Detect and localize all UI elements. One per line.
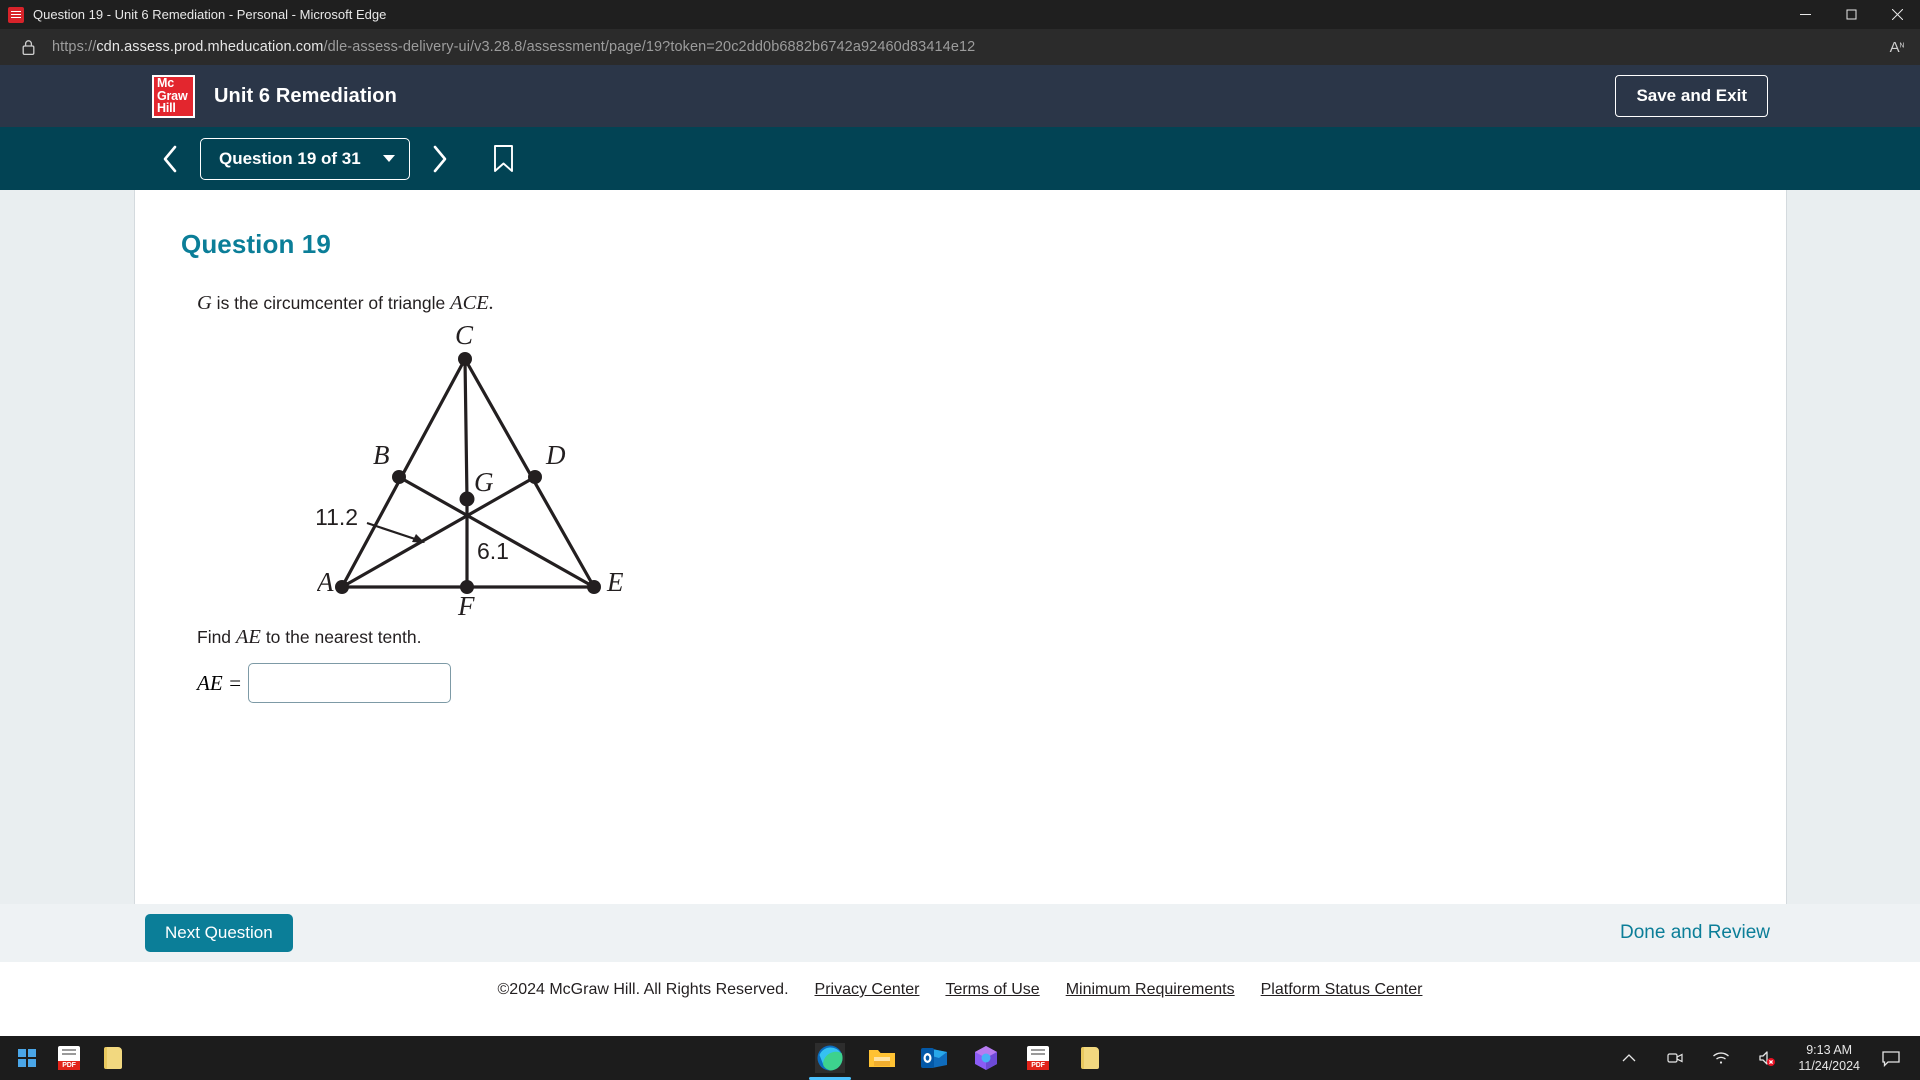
- assessment-app: Mc Graw Hill Unit 6 Remediation Save and…: [0, 65, 1920, 1080]
- prompt-triangle-ace: ACE: [450, 292, 489, 314]
- question-selector-dropdown[interactable]: Question 19 of 31: [200, 137, 410, 180]
- system-tray: 9:13 AM 11/24/2024: [1614, 1042, 1920, 1074]
- action-bar: Next Question Done and Review: [0, 904, 1920, 962]
- mcgraw-hill-logo: Mc Graw Hill: [152, 74, 195, 118]
- question-selector-label: Question 19 of 31: [219, 148, 361, 168]
- question-card: Question 19 G is the circumcenter of tri…: [134, 190, 1787, 904]
- url-domain: cdn.assess.prod.mheducation.com: [96, 39, 324, 55]
- figure-label-B: B: [373, 440, 390, 470]
- app-header: Mc Graw Hill Unit 6 Remediation Save and…: [0, 65, 1920, 127]
- next-question-button[interactable]: Next Question: [145, 914, 293, 952]
- clock-date: 11/24/2024: [1798, 1059, 1860, 1073]
- previous-question-button[interactable]: [148, 137, 192, 181]
- terms-of-use-link[interactable]: Terms of Use: [945, 981, 1039, 999]
- figure-label-D: D: [545, 440, 566, 470]
- question-navigation-bar: Question 19 of 31: [0, 127, 1920, 190]
- taskbar-left-group: PDF: [0, 1043, 128, 1073]
- notification-icon[interactable]: [1876, 1043, 1906, 1073]
- geometry-diagram: C B D G A F E 11.2 6.1: [315, 319, 1786, 624]
- content-area: Question 19 G is the circumcenter of tri…: [0, 190, 1920, 1018]
- maximize-restore-button[interactable]: [1828, 0, 1874, 29]
- windows-taskbar: PDF PDF 9:13 AM 11/24/2024: [0, 1036, 1920, 1080]
- logo-line-1: Mc: [157, 76, 174, 91]
- minimum-requirements-link[interactable]: Minimum Requirements: [1066, 981, 1235, 999]
- minimize-button[interactable]: [1782, 0, 1828, 29]
- platform-status-center-link[interactable]: Platform Status Center: [1261, 981, 1423, 999]
- copyright-text: ©2024 McGraw Hill. All Rights Reserved.: [497, 981, 789, 998]
- windows-start-icon[interactable]: [14, 1045, 40, 1071]
- answer-label: AE =: [197, 670, 243, 695]
- file-explorer-icon[interactable]: [867, 1043, 897, 1073]
- figure-measure-gf: 6.1: [477, 538, 509, 564]
- read-aloud-icon[interactable]: Aᴺ: [1890, 29, 1904, 65]
- close-button[interactable]: [1874, 0, 1920, 29]
- find-text-before: Find: [197, 627, 236, 647]
- next-question-arrow-button[interactable]: [418, 137, 462, 181]
- mcgraw-hill-favicon: [8, 6, 24, 23]
- legal-footer: ©2024 McGraw Hill. All Rights Reserved. …: [0, 962, 1920, 1018]
- volume-muted-icon[interactable]: [1752, 1043, 1782, 1073]
- figure-label-F: F: [457, 591, 475, 619]
- figure-label-A: A: [317, 567, 334, 597]
- done-and-review-button[interactable]: Done and Review: [1610, 916, 1780, 950]
- clock[interactable]: 9:13 AM 11/24/2024: [1798, 1042, 1860, 1074]
- prompt-period: .: [488, 292, 494, 314]
- page-title: Question 19: [181, 229, 331, 259]
- question-prompt: G is the circumcenter of triangle ACE.: [197, 292, 1786, 315]
- answer-input[interactable]: [248, 663, 452, 703]
- logo-line-3: Hill: [157, 101, 176, 116]
- outlook-icon[interactable]: [919, 1043, 949, 1073]
- figure-label-C: C: [455, 320, 474, 350]
- wifi-icon[interactable]: [1706, 1043, 1736, 1073]
- clock-time: 9:13 AM: [1806, 1043, 1853, 1057]
- find-text-after: to the nearest tenth.: [260, 627, 422, 647]
- url-path: /dle-assess-delivery-ui/v3.28.8/assessme…: [323, 39, 976, 55]
- figure-label-G: G: [474, 467, 494, 497]
- browser-title-bar: Question 19 - Unit 6 Remediation - Perso…: [0, 0, 1920, 29]
- window-controls: [1782, 0, 1920, 29]
- folder-icon[interactable]: [98, 1043, 128, 1073]
- save-and-exit-button[interactable]: Save and Exit: [1615, 75, 1768, 117]
- bookmark-icon[interactable]: [482, 137, 526, 181]
- figure-label-E: E: [606, 567, 624, 597]
- window-title: Question 19 - Unit 6 Remediation - Perso…: [33, 7, 387, 22]
- find-var-ae: AE: [235, 626, 261, 648]
- prompt-var-g: G: [197, 292, 212, 314]
- url-text: https://cdn.assess.prod.mheducation.com/…: [52, 39, 975, 55]
- chevron-down-icon: [382, 155, 395, 162]
- find-instruction: Find AE to the nearest tenth.: [197, 626, 1786, 649]
- answer-row: AE =: [197, 663, 1786, 703]
- pdf-icon-taskbar[interactable]: PDF: [1023, 1043, 1053, 1073]
- chevron-up-icon[interactable]: [1614, 1043, 1644, 1073]
- pdf-icon[interactable]: PDF: [54, 1043, 84, 1073]
- folder-icon-taskbar[interactable]: [1075, 1043, 1105, 1073]
- taskbar-app-group: PDF: [809, 1036, 1105, 1080]
- prompt-middle-text: is the circumcenter of triangle: [211, 293, 451, 313]
- url-protocol: https://: [52, 39, 97, 55]
- lock-icon: [14, 33, 42, 61]
- edge-icon[interactable]: [809, 1043, 851, 1080]
- figure-measure-ag: 11.2: [317, 504, 358, 530]
- browser-address-bar[interactable]: https://cdn.assess.prod.mheducation.com/…: [0, 29, 1920, 65]
- assessment-title: Unit 6 Remediation: [214, 84, 397, 107]
- microsoft-365-icon[interactable]: [971, 1043, 1001, 1073]
- privacy-center-link[interactable]: Privacy Center: [815, 981, 920, 999]
- camera-icon[interactable]: [1660, 1043, 1690, 1073]
